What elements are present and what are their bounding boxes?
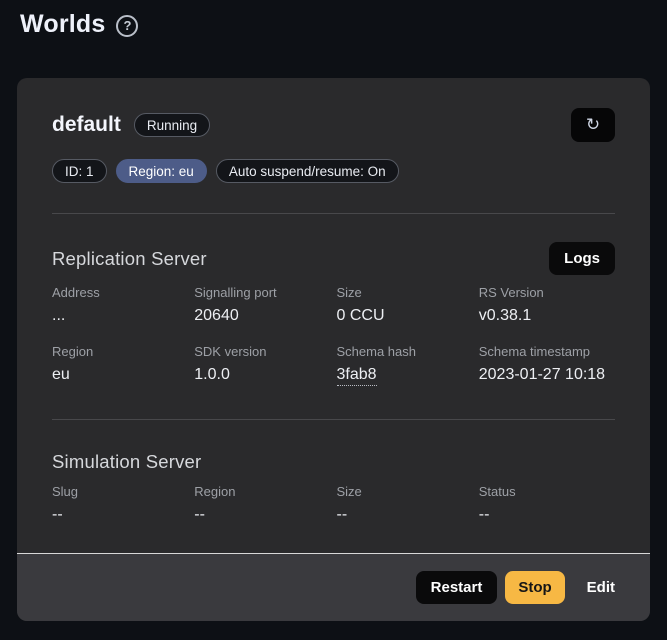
- field-value: 2023-01-27 10:18: [479, 366, 615, 384]
- field-sim-size: Size --: [337, 484, 473, 524]
- field-sim-status: Status --: [479, 484, 615, 524]
- field-label: Signalling port: [194, 285, 330, 300]
- divider: [52, 213, 615, 214]
- world-name: default: [52, 113, 121, 137]
- field-label: SDK version: [194, 344, 330, 359]
- refresh-button[interactable]: ↻: [571, 108, 615, 142]
- replication-section-head: Replication Server Logs: [52, 242, 615, 275]
- status-badge: Running: [134, 113, 210, 137]
- field-size: Size 0 CCU: [337, 285, 473, 325]
- field-value: eu: [52, 366, 188, 384]
- meta-badges-row: ID: 1 Region: eu Auto suspend/resume: On: [52, 159, 615, 183]
- page-header: Worlds ?: [0, 0, 667, 40]
- schema-hash-value[interactable]: 3fab8: [337, 366, 377, 386]
- replication-field-grid: Address ... Signalling port 20640 Size 0…: [52, 285, 615, 386]
- field-label: Schema hash: [337, 344, 473, 359]
- simulation-field-grid: Slug -- Region -- Size -- Status --: [52, 484, 615, 524]
- field-value: --: [337, 506, 473, 524]
- world-card-body: default Running ↻ ID: 1 Region: eu Auto …: [17, 78, 650, 553]
- simulation-heading: Simulation Server: [52, 451, 201, 473]
- field-value: 1.0.0: [194, 366, 330, 384]
- field-value: v0.38.1: [479, 307, 615, 325]
- field-sim-region: Region --: [194, 484, 330, 524]
- edit-button[interactable]: Edit: [573, 571, 629, 604]
- field-label: Schema timestamp: [479, 344, 615, 359]
- field-value: --: [52, 506, 188, 524]
- field-label: Size: [337, 285, 473, 300]
- refresh-icon: ↻: [586, 115, 600, 135]
- field-sdk-version: SDK version 1.0.0: [194, 344, 330, 386]
- world-card-footer: Restart Stop Edit: [17, 553, 650, 621]
- field-value: ...: [52, 307, 188, 325]
- id-badge: ID: 1: [52, 159, 107, 183]
- field-label: RS Version: [479, 285, 615, 300]
- field-label: Slug: [52, 484, 188, 499]
- region-badge: Region: eu: [116, 159, 207, 183]
- field-label: Size: [337, 484, 473, 499]
- field-schema-timestamp: Schema timestamp 2023-01-27 10:18: [479, 344, 615, 386]
- logs-button[interactable]: Logs: [549, 242, 615, 275]
- field-label: Region: [194, 484, 330, 499]
- field-value: 20640: [194, 307, 330, 325]
- restart-button[interactable]: Restart: [416, 571, 498, 604]
- field-slug: Slug --: [52, 484, 188, 524]
- divider: [52, 419, 615, 420]
- field-value: 0 CCU: [337, 307, 473, 325]
- stop-button[interactable]: Stop: [505, 571, 564, 604]
- help-icon[interactable]: ?: [116, 15, 138, 37]
- replication-heading: Replication Server: [52, 248, 207, 270]
- world-header-row: default Running ↻: [52, 108, 615, 142]
- field-rs-version: RS Version v0.38.1: [479, 285, 615, 325]
- field-label: Address: [52, 285, 188, 300]
- field-region: Region eu: [52, 344, 188, 386]
- field-value: --: [194, 506, 330, 524]
- field-schema-hash: Schema hash 3fab8: [337, 344, 473, 386]
- simulation-section-head: Simulation Server: [52, 450, 615, 474]
- world-card: default Running ↻ ID: 1 Region: eu Auto …: [17, 78, 650, 621]
- page: { "page": { "title": "Worlds" }, "icons"…: [0, 0, 667, 640]
- page-title: Worlds: [20, 10, 105, 39]
- field-label: Region: [52, 344, 188, 359]
- auto-suspend-badge: Auto suspend/resume: On: [216, 159, 399, 183]
- field-address: Address ...: [52, 285, 188, 325]
- field-label: Status: [479, 484, 615, 499]
- field-signalling-port: Signalling port 20640: [194, 285, 330, 325]
- field-value: --: [479, 506, 615, 524]
